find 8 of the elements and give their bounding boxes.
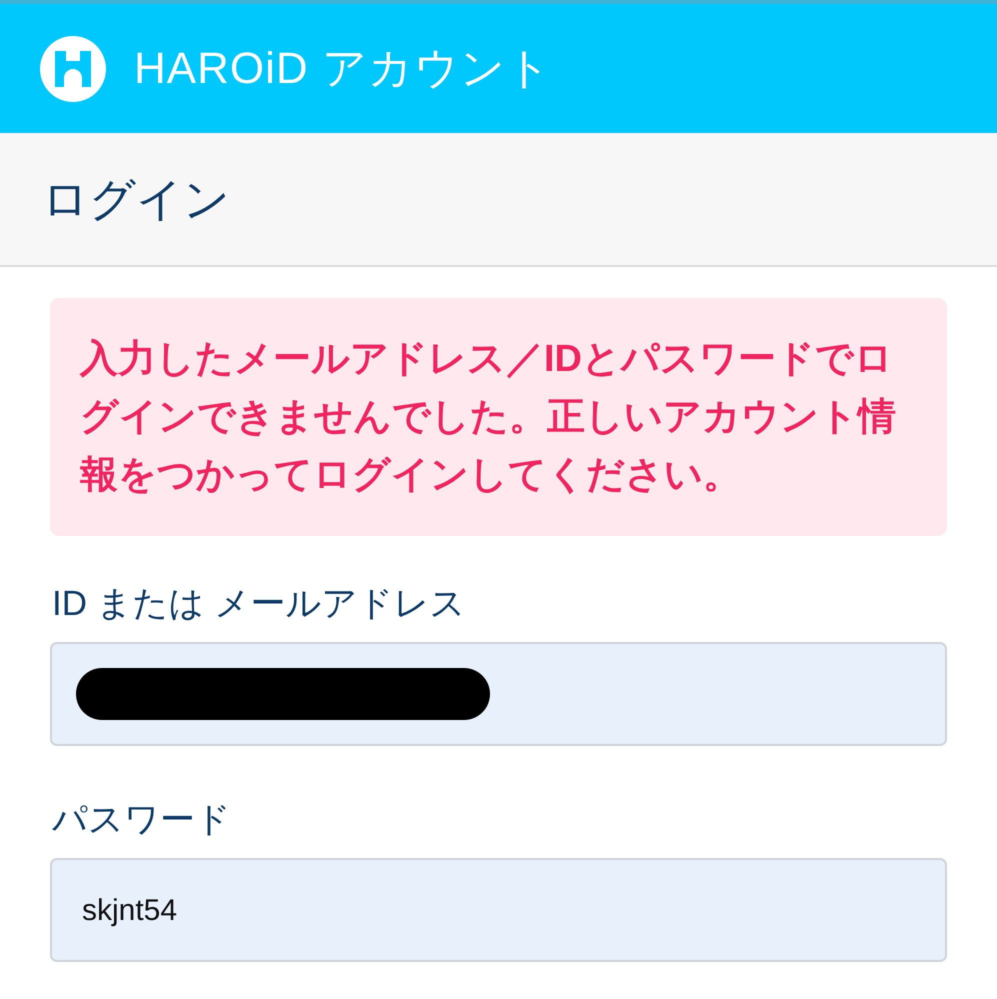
field-label: ID または メールアドレス bbox=[51, 583, 466, 625]
error-message: 入力したメールアドレス／IDとパスワードでログインできませんでした。正しいアカウント情報をつかってログインしてください。 bbox=[80, 337, 897, 498]
app-title: HAROiD アカウント bbox=[134, 42, 552, 94]
page-title: ログイン bbox=[42, 172, 230, 226]
input-field[interactable]: skjnt54 bbox=[50, 858, 947, 962]
input-field[interactable] bbox=[50, 642, 947, 746]
field-label: パスワード bbox=[51, 799, 232, 841]
logo-icon bbox=[40, 36, 106, 102]
